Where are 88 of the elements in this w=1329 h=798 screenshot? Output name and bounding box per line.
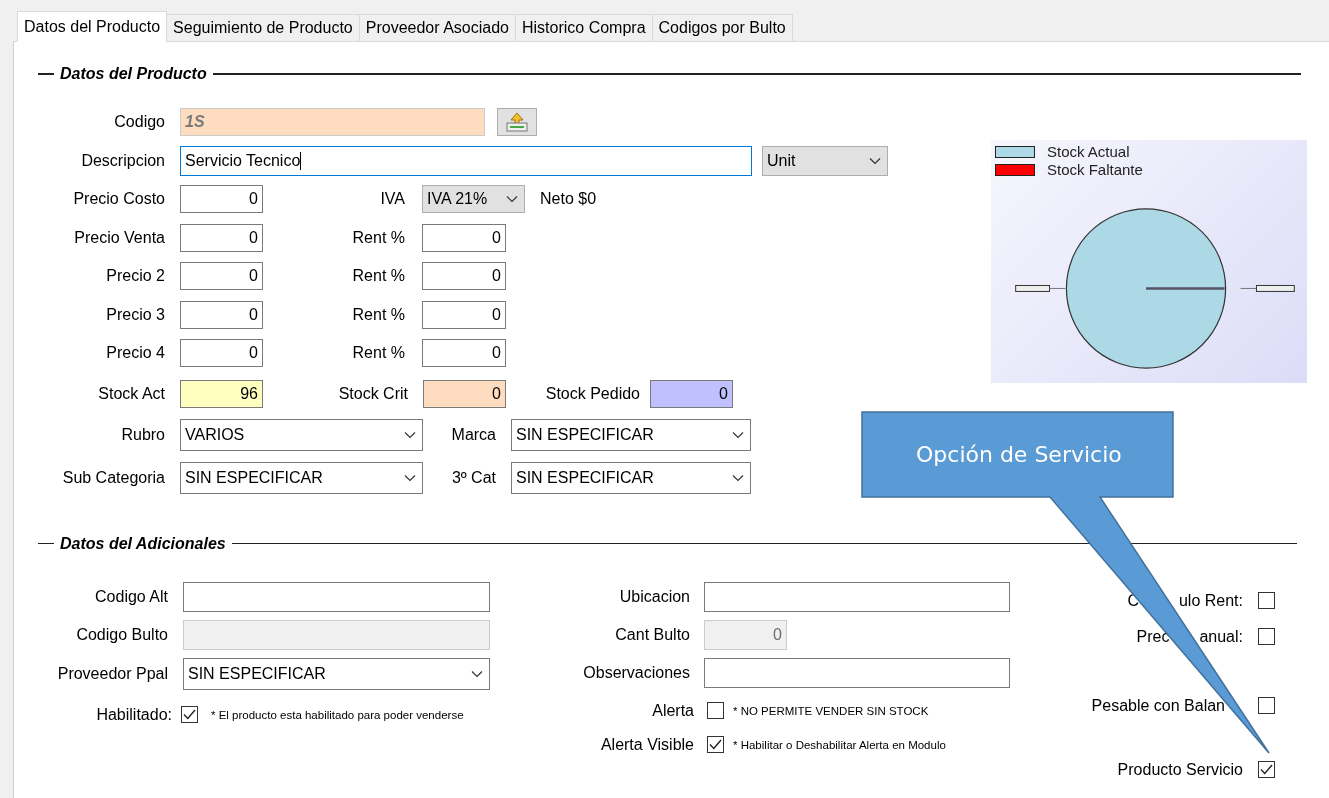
checkbox[interactable]: [1258, 592, 1275, 609]
price-field[interactable]: 0: [180, 339, 263, 367]
field-label: Observaciones: [582, 663, 690, 682]
description-field[interactable]: Servicio Tecnico: [180, 145, 752, 176]
rent-field[interactable]: 0: [422, 339, 506, 367]
text-field[interactable]: [704, 581, 1010, 612]
pie-label-marker: [1015, 285, 1066, 292]
field-label: Habilitado:: [95, 705, 172, 724]
stock-field[interactable]: 0: [423, 379, 506, 408]
category-select[interactable]: SIN ESPECIFICAR: [511, 461, 751, 494]
tab[interactable]: Datos del Producto: [17, 11, 168, 42]
checkbox[interactable]: [181, 706, 198, 723]
chevron-down-icon: [732, 473, 744, 482]
field-label: Precio 3: [105, 305, 165, 324]
field-label: Cant Bulto: [614, 625, 690, 644]
category-select[interactable]: VARIOS: [180, 419, 423, 451]
field-label: Marca: [450, 426, 496, 444]
iva-select[interactable]: IVA 21%: [422, 185, 525, 213]
supplier-select[interactable]: SIN ESPECIFICAR: [183, 657, 490, 690]
text-field[interactable]: [183, 581, 490, 612]
category-select[interactable]: SIN ESPECIFICAR: [180, 461, 423, 494]
field-label: Codigo Bulto: [75, 625, 168, 644]
stock-field[interactable]: 96: [180, 379, 263, 408]
option-label: anual:: [1199, 627, 1243, 646]
helper-note: * Habilitar o Deshabilitar Alerta en Modulo: [733, 738, 946, 751]
option-label: Producto Servicio: [1117, 760, 1243, 779]
field-label: Rent %: [351, 228, 405, 247]
pie-label-marker: [1240, 285, 1295, 292]
field-label: Proveedor Ppal: [56, 664, 168, 683]
price-field[interactable]: 0: [180, 262, 263, 290]
unit-select[interactable]: Unit: [762, 145, 888, 176]
field-label: Stock Crit: [337, 384, 408, 403]
field-label: Precio Venta: [73, 228, 165, 247]
legend-label: Stock Faltante: [1047, 161, 1143, 179]
field-label: Sub Categoria: [61, 468, 165, 487]
option-label: Pesable con Balan: [1091, 696, 1225, 715]
field-label: Codigo Alt: [94, 587, 168, 606]
field-label: Descripcion: [80, 151, 165, 170]
field-label: Precio 4: [105, 344, 165, 362]
legend-label: Stock Actual: [1047, 143, 1130, 161]
rent-field[interactable]: 0: [422, 300, 506, 329]
rent-field[interactable]: 0: [422, 262, 506, 290]
field-label: Rent %: [351, 344, 405, 362]
category-select[interactable]: SIN ESPECIFICAR: [511, 419, 751, 451]
section-title: Datos del Producto: [60, 65, 207, 83]
checkbox[interactable]: [1258, 628, 1275, 645]
checkbox[interactable]: [1258, 697, 1275, 714]
tab[interactable]: Codigos por Bulto: [651, 14, 793, 42]
tray-arrow-icon: [505, 111, 529, 133]
field-label: Rubro: [120, 426, 165, 444]
chevron-down-icon: [471, 669, 483, 678]
stock-field[interactable]: 0: [650, 379, 733, 408]
text-field[interactable]: [183, 619, 490, 650]
field-label: Rent %: [351, 305, 405, 324]
chevron-down-icon: [506, 195, 518, 203]
checkbox[interactable]: [707, 736, 724, 753]
field-label: Precio 2: [105, 267, 165, 285]
option-label: Prec: [1136, 627, 1170, 646]
price-field[interactable]: 0: [180, 300, 263, 329]
upload-button[interactable]: [497, 108, 537, 136]
text-field[interactable]: [704, 657, 1010, 688]
field-label: Ubicacion: [618, 587, 690, 606]
field-label: IVA: [379, 190, 405, 208]
field-label: Precio Costo: [72, 190, 165, 208]
field-label: Alerta Visible: [599, 735, 694, 754]
chevron-down-icon: [404, 431, 416, 439]
option-label: ulo Rent:: [1178, 591, 1243, 610]
section-title: Datos del Adicionales: [60, 534, 226, 553]
price-field[interactable]: 0: [180, 223, 263, 252]
chevron-down-icon: [732, 431, 744, 439]
net-amount: Neto $0: [540, 190, 597, 208]
checkbox[interactable]: [1258, 761, 1275, 778]
field-label: 3º Cat: [450, 468, 496, 487]
helper-note: * El producto esta habilitado para poder venderse: [211, 708, 464, 721]
chevron-down-icon: [869, 156, 881, 165]
field-label: Stock Pedido: [544, 384, 640, 403]
price-field[interactable]: 0: [180, 185, 263, 213]
helper-note: * NO PERMITE VENDER SIN STOCK: [733, 704, 929, 717]
field-label: Rent %: [351, 267, 405, 285]
rent-field[interactable]: 0: [422, 223, 506, 252]
tab[interactable]: Seguimiento de Producto: [166, 14, 360, 42]
chevron-down-icon: [404, 473, 416, 482]
checkbox[interactable]: [707, 702, 724, 719]
field-label: Codigo: [113, 113, 165, 131]
text-field[interactable]: 0: [704, 619, 787, 650]
field-label: Stock Act: [97, 384, 165, 403]
field-label: Alerta: [651, 701, 694, 720]
callout-text: Opción de Servicio: [916, 442, 1122, 467]
